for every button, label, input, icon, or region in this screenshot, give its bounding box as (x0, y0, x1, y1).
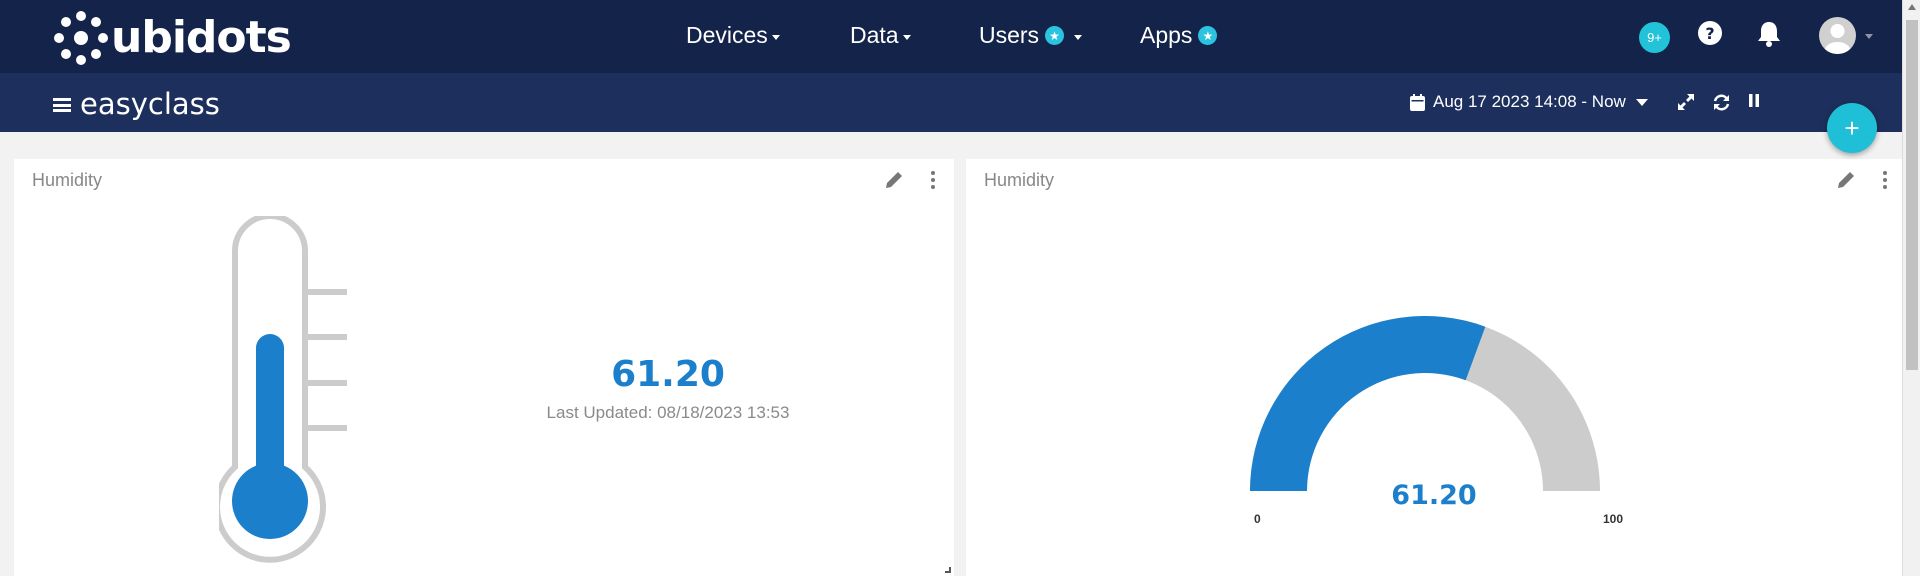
help-icon[interactable]: ? (1697, 20, 1723, 46)
date-range-label: Aug 17 2023 14:08 - Now (1433, 92, 1626, 111)
scroll-up-arrow-icon[interactable] (1908, 4, 1916, 10)
chevron-down-icon (902, 35, 911, 40)
chevron-down-icon (1635, 98, 1648, 106)
svg-text:?: ? (1705, 24, 1714, 43)
humidity-gauge-widget[interactable]: Humidity 61.20 0 100 (966, 159, 1902, 576)
pause-icon[interactable] (1748, 93, 1760, 108)
nav-data[interactable]: Data (850, 22, 911, 49)
last-updated-text: Last Updated: 08/18/2023 13:53 (546, 403, 790, 422)
more-options-icon[interactable] (1883, 171, 1887, 192)
plus-icon: + (1844, 112, 1860, 143)
expand-icon[interactable] (1677, 93, 1695, 111)
nav-devices[interactable]: Devices (686, 22, 780, 49)
star-icon: ★ (1198, 26, 1218, 45)
refresh-icon[interactable] (1712, 93, 1731, 112)
chevron-down-icon (1074, 35, 1083, 40)
page-scrollbar[interactable] (1902, 0, 1920, 576)
more-options-icon[interactable] (931, 171, 935, 192)
notifications-badge[interactable]: 9+ (1639, 22, 1670, 53)
dashboard-header: easyclass Aug 17 2023 14:08 - Now (0, 73, 1902, 132)
chevron-down-icon (771, 35, 780, 40)
logo-dots-icon (54, 11, 108, 65)
ubidots-logo[interactable]: ubidots (53, 10, 292, 66)
humidity-thermometer-widget[interactable]: Humidity 61.20 Last Updated: 08/18/2023 … (14, 159, 954, 576)
dashboard-title[interactable]: easyclass (80, 87, 220, 121)
resize-handle[interactable] (945, 567, 951, 573)
thermometer-fill (256, 334, 284, 476)
nav-users-label: Users (979, 22, 1040, 48)
nav-users[interactable]: Users ★ (979, 22, 1083, 49)
nav-apps-label: Apps (1140, 22, 1193, 48)
thermometer-graphic (219, 216, 347, 563)
nav-data-label: Data (850, 22, 899, 48)
widget-title: Humidity (984, 170, 1055, 190)
bell-icon[interactable] (1757, 20, 1781, 47)
pencil-icon[interactable] (1836, 170, 1856, 190)
thermometer-bulb (232, 463, 308, 539)
pencil-icon[interactable] (884, 170, 904, 190)
brand-name: ubidots (111, 12, 292, 63)
gauge-max-label: 100 (1603, 512, 1624, 526)
add-widget-button[interactable]: + (1827, 103, 1877, 153)
widget-title: Humidity (32, 170, 103, 190)
date-range-picker[interactable]: Aug 17 2023 14:08 - Now (1410, 92, 1648, 112)
star-icon: ★ (1045, 26, 1065, 45)
hamburger-menu-icon[interactable] (53, 98, 71, 112)
gauge-fill (1250, 316, 1486, 491)
calendar-icon (1410, 93, 1425, 111)
scroll-thumb[interactable] (1906, 20, 1918, 370)
metric-value: 61.20 (611, 354, 725, 395)
gauge-min-label: 0 (1254, 512, 1261, 526)
chevron-down-icon[interactable] (1865, 34, 1873, 39)
gauge-value: 61.20 (1391, 480, 1477, 511)
gauge-chart (1250, 316, 1600, 491)
avatar[interactable] (1819, 17, 1856, 54)
top-navbar: ubidots Devices Data Users ★ Apps ★ 9+ ? (0, 0, 1902, 73)
nav-devices-label: Devices (686, 22, 768, 48)
user-icon (1824, 24, 1851, 54)
nav-apps[interactable]: Apps ★ (1140, 22, 1218, 49)
